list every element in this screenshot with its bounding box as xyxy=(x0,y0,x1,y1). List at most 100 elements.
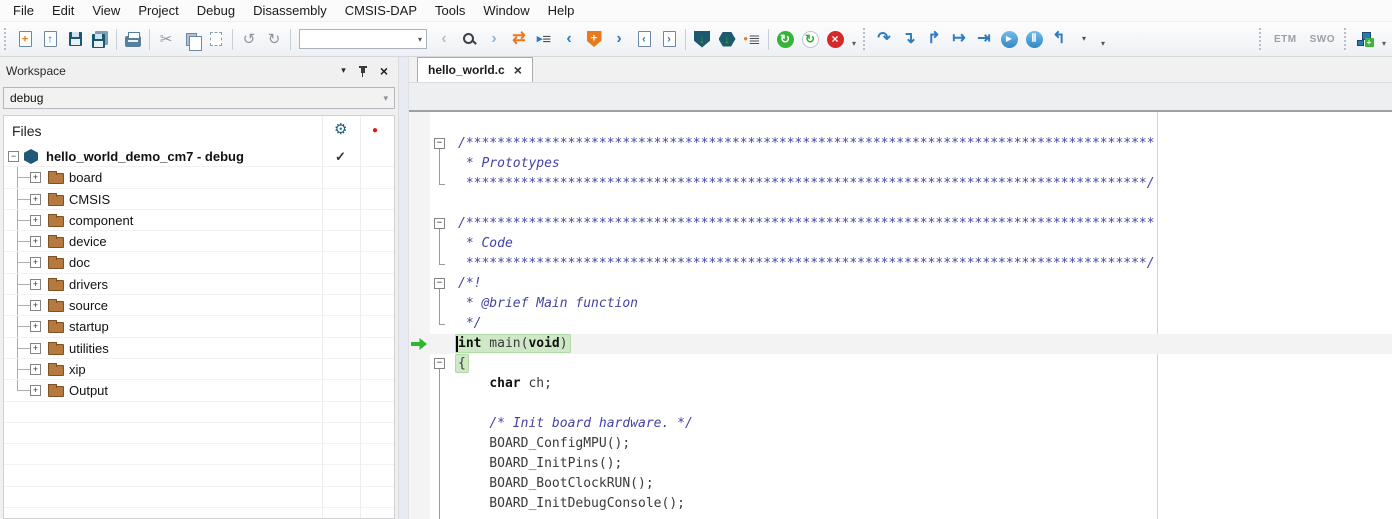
tree-item-xip[interactable]: +xip xyxy=(4,359,394,380)
expander-icon[interactable]: + xyxy=(30,194,41,205)
menu-project[interactable]: Project xyxy=(129,1,187,20)
expander-icon[interactable]: + xyxy=(30,236,41,247)
stop-build-button[interactable]: × xyxy=(823,27,847,52)
toolbar-overflow-debug[interactable]: ▾ xyxy=(1097,27,1109,51)
copy-button[interactable] xyxy=(179,27,203,52)
toolbar-grip[interactable] xyxy=(1259,28,1264,50)
chevron-down-icon[interactable]: ▾ xyxy=(414,35,426,44)
step-into-button[interactable]: ↴ xyxy=(897,27,921,52)
next-statement-button[interactable]: ↦ xyxy=(947,27,971,52)
next-bookmark-button[interactable]: › xyxy=(607,27,631,52)
panel-splitter[interactable] xyxy=(399,57,409,519)
find-button[interactable] xyxy=(457,27,481,52)
power-log-button[interactable] xyxy=(1353,27,1377,52)
tree-empty-row xyxy=(4,402,394,423)
tree-item-component[interactable]: +component xyxy=(4,210,394,231)
tree-item-project[interactable]: −hello_world_demo_cm7 - debug✓ xyxy=(4,146,394,167)
navigate-forward-backward-button[interactable]: ⇄ xyxy=(507,27,531,52)
new-document-button[interactable]: + xyxy=(13,27,37,52)
previous-in-document-button[interactable]: ‹ xyxy=(632,27,656,52)
save-all-button[interactable] xyxy=(88,27,112,52)
menu-window[interactable]: Window xyxy=(474,1,538,20)
fold-toggle-icon[interactable]: − xyxy=(434,138,445,149)
menu-view[interactable]: View xyxy=(83,1,129,20)
tree-item-device[interactable]: +device xyxy=(4,231,394,252)
close-tab-icon[interactable]: × xyxy=(514,63,522,77)
menu-debug[interactable]: Debug xyxy=(188,1,244,20)
menu-tools[interactable]: Tools xyxy=(426,1,474,20)
etm-button[interactable]: ETM xyxy=(1268,27,1303,52)
tab-hello-world-c[interactable]: hello_world.c × xyxy=(417,57,533,82)
menu-help[interactable]: Help xyxy=(539,1,584,20)
fold-guide-line xyxy=(439,184,445,185)
compile-button[interactable]: ↻ xyxy=(798,27,822,52)
reset-button[interactable]: ↰ xyxy=(1047,27,1071,52)
column-guide-line xyxy=(1157,112,1158,519)
make-button[interactable]: ↻ xyxy=(773,27,797,52)
tree-item-output[interactable]: +Output xyxy=(4,380,394,401)
find-previous-button[interactable]: ‹ xyxy=(432,27,456,52)
expander-icon[interactable]: + xyxy=(30,215,41,226)
tree-item-drivers[interactable]: +drivers xyxy=(4,274,394,295)
go-button[interactable]: ▶ xyxy=(997,27,1021,52)
step-over-button[interactable]: ↷ xyxy=(872,27,896,52)
expander-icon[interactable]: + xyxy=(30,321,41,332)
tree-item-label: startup xyxy=(69,319,109,334)
toolbar-grip[interactable] xyxy=(4,28,9,50)
toggle-bookmark-button[interactable]: ▸≡ xyxy=(532,27,556,52)
open-document-button[interactable]: ↑ xyxy=(38,27,62,52)
tree-item-utilities[interactable]: +utilities xyxy=(4,338,394,359)
redo-button[interactable]: ↻ xyxy=(262,27,286,52)
fold-toggle-icon[interactable]: − xyxy=(434,278,445,289)
tree-item-startup[interactable]: + startup xyxy=(4,316,394,337)
expander-icon[interactable]: + xyxy=(30,343,41,354)
editor-area: hello_world.c × /***********************… xyxy=(409,57,1392,519)
fold-toggle-icon[interactable]: − xyxy=(434,358,445,369)
cut-button[interactable]: ✂ xyxy=(154,27,178,52)
expander-icon[interactable]: + xyxy=(30,300,41,311)
menu-file[interactable]: File xyxy=(4,1,43,20)
tree-item-board[interactable]: +board xyxy=(4,167,394,188)
previous-bookmark-button[interactable]: ‹ xyxy=(557,27,581,52)
expander-icon[interactable]: + xyxy=(30,279,41,290)
folder-icon xyxy=(48,344,64,355)
toolbar-grip[interactable] xyxy=(863,28,868,50)
debug-without-downloading-button[interactable]: ↓ xyxy=(715,27,739,52)
expander-icon[interactable]: + xyxy=(30,385,41,396)
tree-item-source[interactable]: +source xyxy=(4,295,394,316)
menu-edit[interactable]: Edit xyxy=(43,1,83,20)
expander-icon[interactable]: + xyxy=(30,364,41,375)
tree-item-cmsis[interactable]: +CMSIS xyxy=(4,189,394,210)
tree-item-doc[interactable]: +doc xyxy=(4,252,394,273)
panel-close-icon[interactable]: × xyxy=(380,64,388,78)
expander-icon[interactable]: + xyxy=(30,257,41,268)
menu-disassembly[interactable]: Disassembly xyxy=(244,1,336,20)
toolbar-grip[interactable] xyxy=(1344,28,1349,50)
panel-menu-dropdown-icon[interactable]: ▾ xyxy=(341,65,346,76)
expander-icon[interactable]: + xyxy=(30,172,41,183)
run-to-cursor-button[interactable]: ⇥ xyxy=(972,27,996,52)
toolbar-overflow-main[interactable]: ▾ xyxy=(848,27,860,51)
save-button[interactable] xyxy=(63,27,87,52)
find-next-button[interactable]: › xyxy=(482,27,506,52)
fold-toggle-icon[interactable]: − xyxy=(434,218,445,229)
download-and-debug-button[interactable]: ↓ xyxy=(690,27,714,52)
menu-cmsis-dap[interactable]: CMSIS-DAP xyxy=(336,1,426,20)
quick-search-combobox[interactable]: ▾ xyxy=(299,29,427,49)
paste-button[interactable] xyxy=(204,27,228,52)
debug-menu-caret[interactable]: ▾ xyxy=(1072,27,1096,52)
pin-icon[interactable] xyxy=(358,65,368,77)
configuration-combobox[interactable]: debug ▾ xyxy=(3,87,395,109)
breakpoint-gutter[interactable] xyxy=(409,112,430,519)
next-in-document-button[interactable]: › xyxy=(657,27,681,52)
step-out-button[interactable]: ↱ xyxy=(922,27,946,52)
undo-button[interactable]: ↺ xyxy=(237,27,261,52)
cspy-options-button[interactable]: ●≣ xyxy=(740,27,764,52)
toggle-breakpoint-button[interactable]: + xyxy=(582,27,606,52)
swo-button[interactable]: SWO xyxy=(1304,27,1341,52)
expander-icon[interactable]: − xyxy=(8,151,19,162)
toolbar-overflow-right[interactable]: ▾ xyxy=(1378,27,1390,51)
print-button[interactable] xyxy=(121,27,145,52)
code-editor[interactable]: /***************************************… xyxy=(409,112,1392,519)
break-button[interactable]: Ⅱ xyxy=(1022,27,1046,52)
